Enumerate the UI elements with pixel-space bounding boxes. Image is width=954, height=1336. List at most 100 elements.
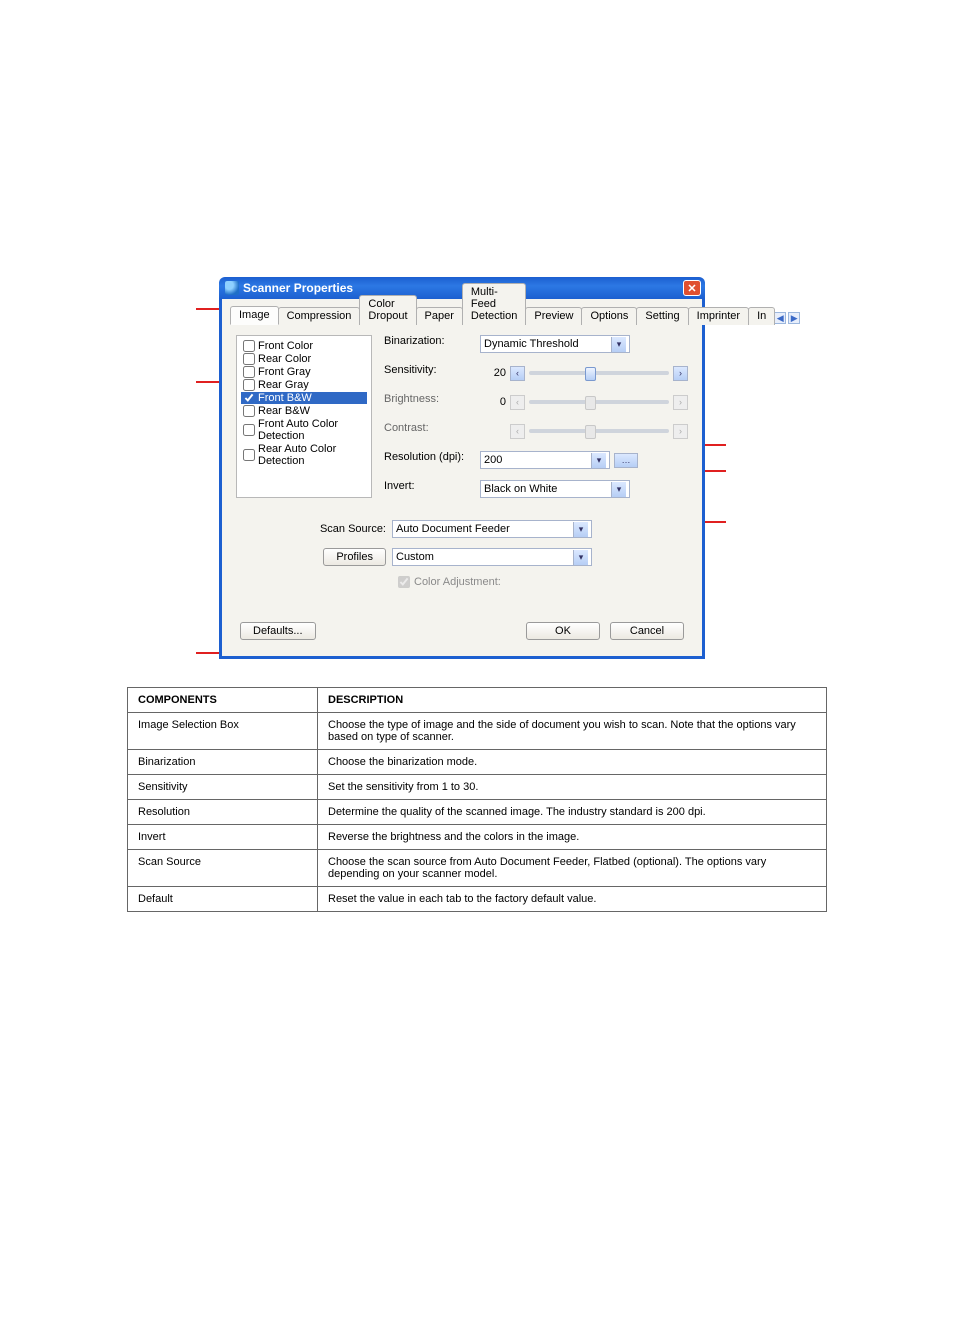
profiles-value: Custom [396, 551, 434, 563]
tab-scroll-left[interactable]: ◀ [774, 312, 786, 324]
sensitivity-slider[interactable]: 20 ‹ › [480, 364, 688, 382]
table-cell: Scan Source [128, 850, 318, 887]
tab-options[interactable]: Options [581, 307, 637, 325]
scan-source-value: Auto Document Feeder [396, 523, 510, 535]
chk-label: Rear B&W [258, 405, 310, 417]
dialog-body: Image Compression Color Dropout Paper Mu… [219, 299, 705, 659]
close-button[interactable]: ✕ [683, 280, 701, 296]
resolution-value: 200 [484, 454, 502, 466]
chk-label: Front Gray [258, 366, 311, 378]
tab-strip: Image Compression Color Dropout Paper Mu… [230, 303, 694, 325]
chk-front-gray[interactable]: Front Gray [241, 366, 367, 378]
chk-rear-bw[interactable]: Rear B&W [241, 405, 367, 417]
sensitivity-decrement[interactable]: ‹ [510, 366, 525, 381]
chk-label: Front Auto Color Detection [258, 418, 365, 442]
checkbox[interactable] [243, 353, 255, 365]
tab-label: Color Dropout [368, 298, 407, 322]
invert-value: Black on White [484, 483, 557, 495]
checkbox[interactable] [243, 340, 255, 352]
tab-scroll-right[interactable]: ▶ [788, 312, 800, 324]
resolution-extra-button[interactable]: … [614, 453, 638, 468]
chk-label: Rear Color [258, 353, 311, 365]
brightness-value: 0 [480, 396, 506, 408]
profiles-combo[interactable]: Custom ▾ [392, 548, 592, 566]
scan-source-label: Scan Source: [236, 523, 392, 535]
checkbox[interactable] [243, 405, 255, 417]
table-row: Image Selection Box Choose the type of i… [128, 713, 827, 750]
brightness-track [529, 400, 669, 404]
color-adjustment-checkbox: Color Adjustment: [398, 576, 688, 588]
tab-label: In [757, 310, 766, 322]
checkbox[interactable] [243, 366, 255, 378]
tab-multi-feed-detection[interactable]: Multi-Feed Detection [462, 283, 526, 325]
tab-compression[interactable]: Compression [278, 307, 361, 325]
tab-preview[interactable]: Preview [525, 307, 582, 325]
chk-rear-gray[interactable]: Rear Gray [241, 379, 367, 391]
binarization-label: Binarization: [384, 335, 474, 353]
window-title: Scanner Properties [243, 281, 353, 295]
contrast-label: Contrast: [384, 422, 474, 440]
table-cell: Choose the scan source from Auto Documen… [318, 850, 827, 887]
checkbox[interactable] [243, 379, 255, 391]
chk-label: Front B&W [258, 392, 312, 404]
color-adjustment-label: Color Adjustment: [414, 576, 501, 588]
chk-front-bw[interactable]: Front B&W [241, 392, 367, 404]
sensitivity-value: 20 [480, 367, 506, 379]
tab-label: Options [590, 310, 628, 322]
tab-label: Imprinter [697, 310, 740, 322]
resolution-combo[interactable]: 200 ▾ [480, 451, 610, 469]
table-cell: Choose the binarization mode. [318, 750, 827, 775]
scanner-properties-dialog: Scanner Properties ✕ Image Compression C… [219, 277, 705, 659]
tab-imprinter[interactable]: Imprinter [688, 307, 749, 325]
table-cell: Default [128, 887, 318, 912]
chevron-down-icon: ▾ [573, 522, 588, 537]
settings-panel: Binarization: Dynamic Threshold ▾ Sensit… [384, 335, 688, 498]
table-cell: Reset the value in each tab to the facto… [318, 887, 827, 912]
binarization-combo[interactable]: Dynamic Threshold ▾ [480, 335, 630, 353]
binarization-value: Dynamic Threshold [484, 338, 579, 350]
table-row: Scan Source Choose the scan source from … [128, 850, 827, 887]
contrast-increment: › [673, 424, 688, 439]
image-selection-box: Front Color Rear Color Front Gray Rear G… [236, 335, 372, 498]
chk-front-auto-color[interactable]: Front Auto Color Detection [241, 418, 367, 442]
scan-source-combo[interactable]: Auto Document Feeder ▾ [392, 520, 592, 538]
invert-label: Invert: [384, 480, 474, 498]
defaults-button[interactable]: Defaults... [240, 622, 316, 640]
chevron-down-icon: ▾ [611, 482, 626, 497]
table-cell: Image Selection Box [128, 713, 318, 750]
resolution-label: Resolution (dpi): [384, 451, 474, 469]
lower-settings: Scan Source: Auto Document Feeder ▾ Prof… [236, 520, 688, 588]
table-cell: Set the sensitivity from 1 to 30. [318, 775, 827, 800]
checkbox[interactable] [243, 449, 255, 461]
invert-combo[interactable]: Black on White ▾ [480, 480, 630, 498]
sensitivity-increment[interactable]: › [673, 366, 688, 381]
tab-label: Preview [534, 310, 573, 322]
chk-label: Front Color [258, 340, 313, 352]
sensitivity-label: Sensitivity: [384, 364, 474, 382]
table-header-cell: COMPONENTS [128, 688, 318, 713]
sensitivity-track[interactable] [529, 371, 669, 375]
tab-overflow[interactable]: In [748, 307, 775, 325]
checkbox[interactable] [243, 424, 255, 436]
tab-image[interactable]: Image [230, 306, 279, 325]
table-header-cell: DESCRIPTION [318, 688, 827, 713]
chevron-down-icon: ▾ [573, 550, 588, 565]
tab-color-dropout[interactable]: Color Dropout [359, 295, 416, 325]
table-cell: Invert [128, 825, 318, 850]
chk-rear-auto-color[interactable]: Rear Auto Color Detection [241, 443, 367, 467]
ok-button[interactable]: OK [526, 622, 600, 640]
contrast-decrement: ‹ [510, 424, 525, 439]
dialog-footer: Defaults... OK Cancel [236, 616, 688, 642]
close-icon: ✕ [687, 282, 696, 295]
chk-front-color[interactable]: Front Color [241, 340, 367, 352]
contrast-slider: ‹ › [480, 422, 688, 440]
profiles-button[interactable]: Profiles [323, 548, 386, 566]
cancel-button[interactable]: Cancel [610, 622, 684, 640]
table-row: Default Reset the value in each tab to t… [128, 887, 827, 912]
checkbox[interactable] [243, 392, 255, 404]
tab-setting[interactable]: Setting [636, 307, 688, 325]
tab-paper[interactable]: Paper [416, 307, 463, 325]
chk-rear-color[interactable]: Rear Color [241, 353, 367, 365]
table-cell: Choose the type of image and the side of… [318, 713, 827, 750]
ok-button-label: OK [555, 625, 571, 637]
